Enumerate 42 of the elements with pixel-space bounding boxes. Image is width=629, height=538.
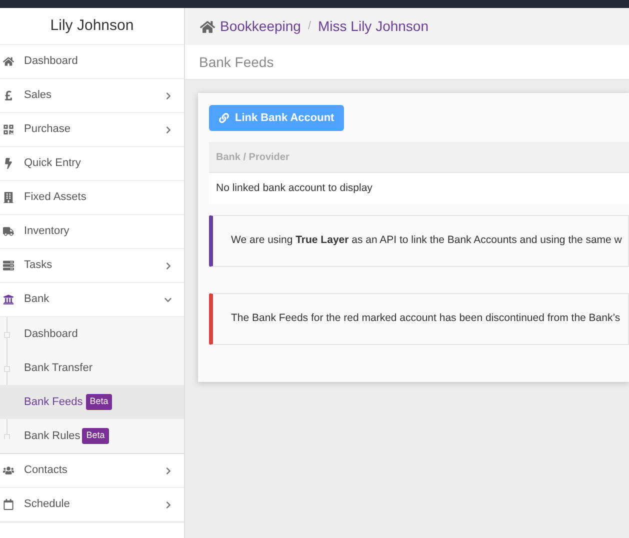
- chevron-right-icon: [165, 262, 172, 270]
- chevron-right-icon: [165, 92, 172, 100]
- sidebar-item[interactable]: Schedule: [0, 488, 184, 522]
- column-header: Bank / Provider: [216, 150, 290, 164]
- sidebar-item[interactable]: Contacts: [0, 454, 184, 488]
- server-icon: [3, 260, 14, 271]
- pound-icon: [3, 90, 14, 101]
- sidebar-item[interactable]: Fixed Assets: [0, 181, 184, 215]
- alert-text: We are using True Layer as an API to link the Bank Accounts and using the same w: [231, 233, 622, 248]
- lightning-icon: [3, 158, 14, 169]
- submenu-item[interactable]: Bank Transfer: [0, 351, 184, 385]
- chevron-down-icon: [164, 296, 172, 304]
- sidebar-item[interactable]: Tasks: [0, 249, 184, 283]
- people-icon: [3, 465, 14, 476]
- beta-badge: Beta: [86, 394, 112, 410]
- home-icon: [200, 20, 215, 34]
- submenu-item[interactable]: Dashboard: [0, 317, 184, 351]
- bank-icon: [3, 294, 14, 305]
- breadcrumb-link[interactable]: Miss Lily Johnson: [318, 16, 429, 37]
- qr-code-icon: [3, 124, 14, 135]
- chevron-right-icon: [165, 466, 172, 474]
- sidebar-item[interactable]: Inventory: [0, 215, 184, 249]
- home-icon: [3, 56, 14, 67]
- user-name: Lily Johnson: [50, 16, 134, 36]
- chevron-right-icon: [165, 126, 172, 134]
- link-icon: [219, 113, 229, 123]
- submenu-item[interactable]: Bank Rules Beta: [0, 419, 184, 453]
- empty-table-message: No linked bank account to display: [216, 180, 372, 196]
- chevron-right-icon: [165, 500, 172, 508]
- calendar-icon: [3, 499, 14, 510]
- sidebar-item[interactable]: Sales: [0, 79, 184, 113]
- beta-badge: Beta: [82, 428, 109, 444]
- truck-icon: [3, 226, 14, 237]
- breadcrumb-link[interactable]: Bookkeeping: [220, 16, 301, 37]
- building-icon: [3, 192, 14, 203]
- breadcrumb-separator: /: [308, 19, 312, 34]
- sidebar-item[interactable]: Purchase: [0, 113, 184, 147]
- alert-text: The Bank Feeds for the red marked account has been discontinued from the Bank’s: [231, 311, 620, 326]
- page-title: Bank Feeds: [199, 52, 274, 72]
- sidebar-item[interactable]: Quick Entry: [0, 147, 184, 181]
- submenu-item[interactable]: Bank Feeds Beta: [0, 385, 184, 419]
- sidebar-item[interactable]: Dashboard: [0, 45, 184, 79]
